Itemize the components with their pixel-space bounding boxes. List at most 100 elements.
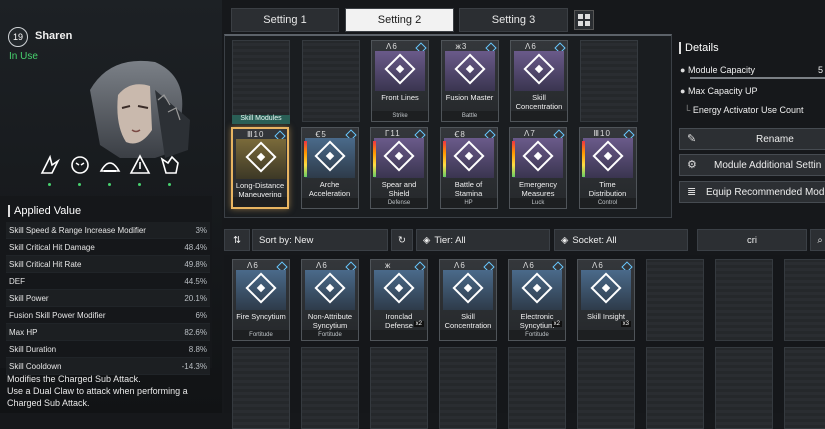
stat-name: Skill Power	[9, 293, 49, 303]
empty-slot[interactable]	[579, 40, 638, 122]
search-button[interactable]: ⌕	[810, 229, 825, 251]
tier-bars	[581, 141, 585, 177]
module-additional-settings-button[interactable]: ⚙ Module Additional Settin	[679, 154, 825, 176]
module-name: Fusion Master	[445, 93, 494, 102]
module-name: Spear and Shield	[381, 180, 417, 198]
module-card[interactable]: Λ6 Skill Concentration	[439, 259, 497, 341]
empty-slot[interactable]	[784, 347, 825, 429]
wolf-head-icon[interactable]	[158, 153, 182, 177]
pencil-icon: ✎	[687, 133, 697, 145]
empty-slot[interactable]	[715, 259, 773, 341]
module-card[interactable]: Λ7 Emergency Measures Luck	[509, 127, 567, 209]
beast-head-icon[interactable]	[68, 153, 92, 177]
empty-slot[interactable]	[301, 40, 360, 122]
module-type: Luck	[510, 198, 566, 208]
empty-slot[interactable]	[232, 40, 290, 122]
module-settings-label: Module Additional Settin	[714, 159, 822, 171]
grid-view-button[interactable]	[574, 10, 594, 30]
module-card[interactable]: Ⅲ10 Time Distribution Control	[578, 127, 637, 209]
equip-recommended-button[interactable]: ≣ Equip Recommended Mod	[679, 181, 825, 203]
triangle-arrow-icon[interactable]	[128, 153, 152, 177]
module-card[interactable]: ж3 Fusion Master Battle	[440, 40, 499, 122]
tier-bars	[303, 141, 307, 177]
tier-filter[interactable]: ◈ Tier: All	[416, 229, 550, 251]
module-cost: Ⅲ10	[593, 129, 611, 138]
skill-icon-row	[36, 153, 196, 189]
stat-name: Fusion Skill Power Modifier	[9, 310, 106, 320]
socket-label: Socket: All	[572, 234, 617, 246]
stat-name: DEF	[9, 276, 25, 286]
tier-bars	[373, 141, 376, 177]
module-card[interactable]: Ⅲ10 Long-Distance Maneuvering	[231, 127, 289, 209]
search-input[interactable]: cri	[697, 229, 807, 251]
skill-modules-label: Skill Modules	[232, 115, 290, 124]
module-type	[440, 330, 496, 340]
tier-bars	[442, 141, 446, 177]
stat-value: 20.1%	[184, 293, 207, 303]
tab-setting-1[interactable]: Setting 1	[231, 8, 339, 32]
empty-slot[interactable]	[715, 347, 773, 429]
module-name: Fire Syncytium	[236, 312, 286, 321]
module-capacity-row: ● Module Capacity	[680, 65, 755, 75]
bars-icon: ≣	[687, 186, 697, 198]
empty-slot[interactable]	[232, 347, 290, 429]
module-type	[233, 197, 287, 207]
module-cost: Λ6	[316, 261, 328, 270]
sort-order-button[interactable]: ⇅	[224, 229, 250, 251]
stat-row: Fusion Skill Power Modifier 6%	[6, 307, 210, 324]
module-type	[511, 111, 567, 121]
stat-value: 82.6%	[184, 327, 207, 337]
refresh-button[interactable]: ↻	[391, 229, 413, 251]
module-card[interactable]: Λ6 Non-Attribute Syncytium Fortitude	[301, 259, 359, 341]
rename-button[interactable]: ✎ Rename	[679, 128, 825, 150]
lightning-claw-icon[interactable]	[38, 153, 62, 177]
module-type: Fortitude	[233, 330, 289, 340]
stat-value: 3%	[195, 225, 207, 235]
empty-slot[interactable]	[439, 347, 497, 429]
module-name: Arche Acceleration	[308, 180, 351, 198]
skill-dot	[138, 183, 141, 186]
grid-icon	[578, 14, 590, 26]
empty-slot[interactable]	[370, 347, 428, 429]
socket-filter[interactable]: ◈ Socket: All	[554, 229, 688, 251]
module-name: Time Distribution	[588, 180, 627, 198]
stat-name: Skill Critical Hit Rate	[9, 259, 82, 269]
module-card[interactable]: Λ6 Electronic Syncytium Fortitude x2	[508, 259, 566, 341]
status-label: In Use	[9, 51, 38, 62]
character-portrait	[90, 60, 190, 158]
details-title: Details	[679, 42, 719, 54]
module-name: Battle of Stamina	[454, 180, 483, 198]
module-card[interactable]: Λ6 Skill Insight x3	[577, 259, 635, 341]
energy-activator-label: Energy Activator Use Count	[692, 105, 804, 115]
module-card[interactable]: Λ6 Skill Concentration	[510, 40, 568, 122]
empty-slot[interactable]	[508, 347, 566, 429]
module-card[interactable]: Λ6 Fire Syncytium Fortitude	[232, 259, 290, 341]
module-card[interactable]: Λ6 Front Lines Strike	[371, 40, 429, 122]
empty-slot[interactable]	[646, 347, 704, 429]
skill-dot	[168, 183, 171, 186]
module-type: Fortitude	[509, 330, 565, 340]
dome-icon[interactable]	[98, 153, 122, 177]
module-type: Strike	[372, 111, 428, 121]
empty-slot[interactable]	[646, 259, 704, 341]
tab-setting-3[interactable]: Setting 3	[459, 8, 568, 32]
module-card[interactable]: ж Ironclad Defense x2	[370, 259, 428, 341]
sort-dropdown[interactable]: Sort by: New	[252, 229, 388, 251]
stat-name: Skill Speed & Range Increase Modifier	[9, 225, 146, 235]
module-card[interactable]: Ꞓ5 Arche Acceleration	[300, 127, 359, 209]
applied-value-title: Applied Value	[8, 205, 81, 217]
droplet-icon: ●	[680, 65, 686, 75]
empty-slot[interactable]	[301, 347, 359, 429]
tab-setting-2[interactable]: Setting 2	[345, 8, 454, 32]
module-cost: Λ6	[592, 261, 604, 270]
skill-dot	[78, 183, 81, 186]
character-name: Sharen	[35, 30, 73, 42]
level-badge: 19	[8, 27, 28, 47]
module-cost: ж3	[455, 42, 468, 51]
empty-slot[interactable]	[784, 259, 825, 341]
module-card[interactable]: Γ11 Spear and Shield Defense	[370, 127, 428, 209]
droplet-up-icon: ●	[680, 86, 686, 96]
module-type: Fortitude	[302, 330, 358, 340]
module-card[interactable]: Ꞓ8 Battle of Stamina HP	[439, 127, 498, 209]
empty-slot[interactable]	[577, 347, 635, 429]
